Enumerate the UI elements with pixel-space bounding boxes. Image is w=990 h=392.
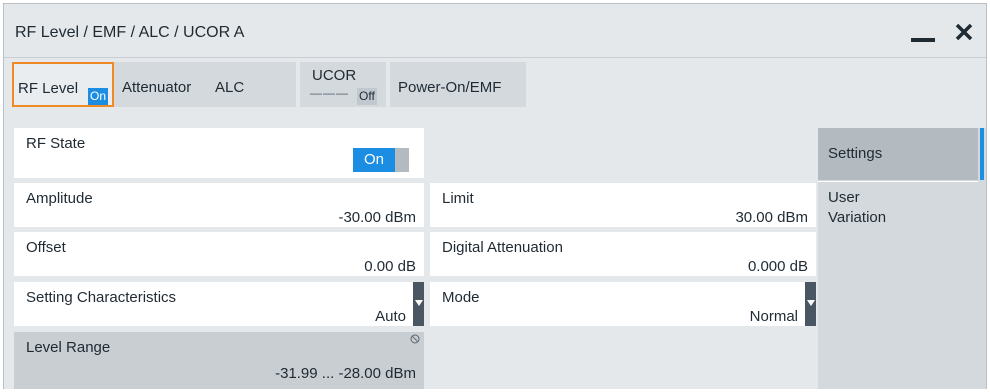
field-label: Digital Attenuation (442, 239, 563, 256)
rf-state-field: RF State On (14, 128, 424, 178)
no-access-icon (410, 334, 420, 344)
side-menu: Settings User Variation (818, 128, 986, 389)
field-label: Level Range (26, 339, 111, 356)
setting-characteristics-select[interactable]: Setting Characteristics Auto (14, 282, 424, 326)
tab-bar: RF Level On Attenuator ALC UCOR ——— Off … (4, 59, 986, 113)
digital-attenuation-field[interactable]: Digital Attenuation 0.000 dB (430, 232, 816, 276)
tab-label: RF Level (18, 80, 79, 97)
tab-ucor[interactable]: UCOR ——— Off (300, 62, 386, 107)
side-button-label: User Variation (828, 189, 887, 226)
field-label: RF State (26, 135, 86, 152)
side-button-label: Settings (828, 145, 883, 162)
field-label: Offset (26, 239, 66, 256)
field-label: Setting Characteristics (26, 289, 177, 306)
field-value: Auto (375, 308, 406, 325)
amplitude-field[interactable]: Amplitude -30.00 dBm (14, 183, 424, 227)
limit-field[interactable]: Limit 30.00 dBm (430, 183, 816, 227)
minimize-icon[interactable] (909, 26, 937, 44)
rf-state-toggle[interactable]: On (353, 148, 409, 172)
field-value: 0.00 dB (364, 258, 416, 275)
field-label: Mode (442, 289, 480, 306)
chevron-down-icon[interactable] (413, 282, 424, 326)
dialog-window: RF Level / EMF / ALC / UCOR A RF Level O… (3, 3, 987, 389)
tab-label: Power-On/EMF (398, 79, 502, 96)
settings-panel: RF State On Amplitude -30.00 dBm Limit 3… (4, 118, 986, 389)
tab-label: ALC (215, 79, 245, 96)
field-value: Normal (749, 308, 798, 325)
tab-attenuator[interactable]: Attenuator (114, 62, 210, 107)
tab-rf-level[interactable]: RF Level On (12, 62, 114, 107)
settings-button[interactable]: Settings (818, 128, 984, 180)
field-value: 0.000 dB (747, 258, 808, 275)
tab-power-on-emf[interactable]: Power-On/EMF (390, 62, 526, 107)
tab-alc[interactable]: ALC (210, 62, 296, 107)
offset-field[interactable]: Offset 0.00 dB (14, 232, 424, 276)
field-value: 30.00 dBm (735, 209, 808, 226)
toggle-knob (395, 148, 409, 172)
window-title: RF Level / EMF / ALC / UCOR A (15, 24, 245, 41)
user-variation-button[interactable]: User Variation (818, 181, 978, 239)
tab-sub-value: ——— (310, 86, 349, 100)
tab-label: UCOR (312, 67, 357, 84)
level-range-field: Level Range -31.99 ... -28.00 dBm (14, 332, 424, 389)
status-badge: Off (357, 88, 377, 105)
title-bar: RF Level / EMF / ALC / UCOR A (4, 4, 986, 58)
close-icon[interactable] (952, 20, 976, 44)
mode-select[interactable]: Mode Normal (430, 282, 816, 326)
field-label: Amplitude (26, 190, 93, 207)
field-value: -30.00 dBm (338, 209, 416, 226)
toggle-state: On (353, 148, 395, 172)
tab-label: Attenuator (122, 79, 192, 96)
chevron-down-icon[interactable] (805, 282, 816, 326)
status-badge: On (88, 88, 109, 105)
field-value: -31.99 ... -28.00 dBm (275, 365, 416, 382)
field-label: Limit (442, 190, 474, 207)
